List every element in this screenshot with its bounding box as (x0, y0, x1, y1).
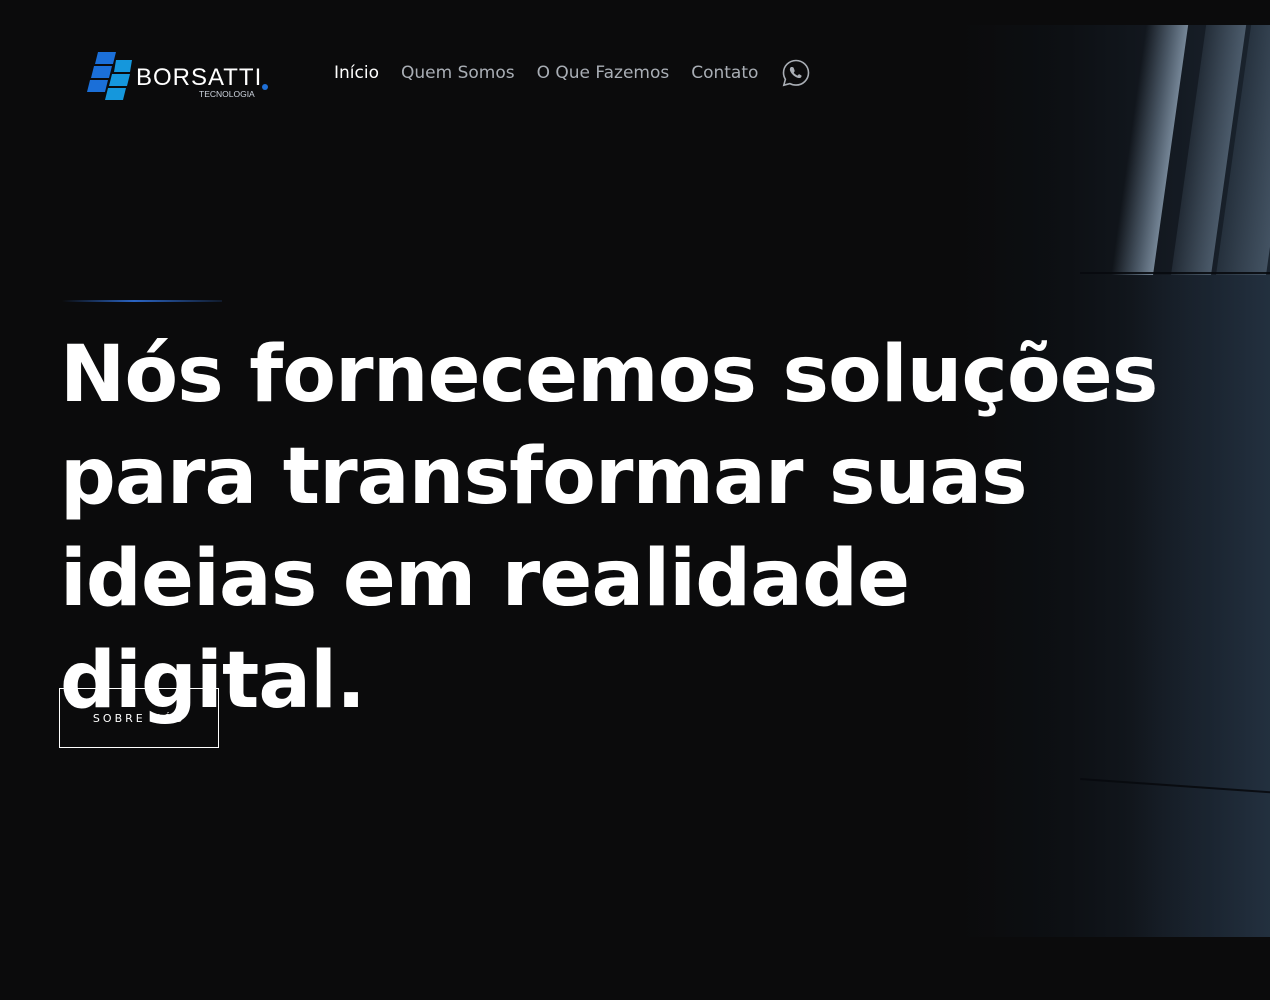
nav-item-quem-somos[interactable]: Quem Somos (401, 60, 515, 86)
about-us-button[interactable]: SOBRE NÓS (59, 688, 219, 748)
whatsapp-icon[interactable] (781, 58, 811, 88)
hero-accent-line (62, 300, 222, 302)
hero-headline: Nós fornecemos soluções para transformar… (60, 330, 1158, 726)
nav-item-contato[interactable]: Contato (691, 60, 758, 86)
logo[interactable]: BORSATTI TECNOLOGIA (86, 48, 276, 104)
logo-mark-icon (87, 52, 132, 100)
page: BORSATTI TECNOLOGIA Início Quem Somos O … (0, 0, 1270, 1000)
logo-dot (262, 84, 268, 90)
nav-item-inicio[interactable]: Início (334, 60, 379, 86)
panel-seam (1080, 272, 1270, 274)
logo-tagline: TECNOLOGIA (199, 89, 255, 99)
main-nav: Início Quem Somos O Que Fazemos Contato (334, 58, 811, 88)
logo-name: BORSATTI (136, 64, 263, 91)
whatsapp-icon-glyph (783, 59, 810, 87)
nav-item-o-que-fazemos[interactable]: O Que Fazemos (537, 60, 670, 86)
